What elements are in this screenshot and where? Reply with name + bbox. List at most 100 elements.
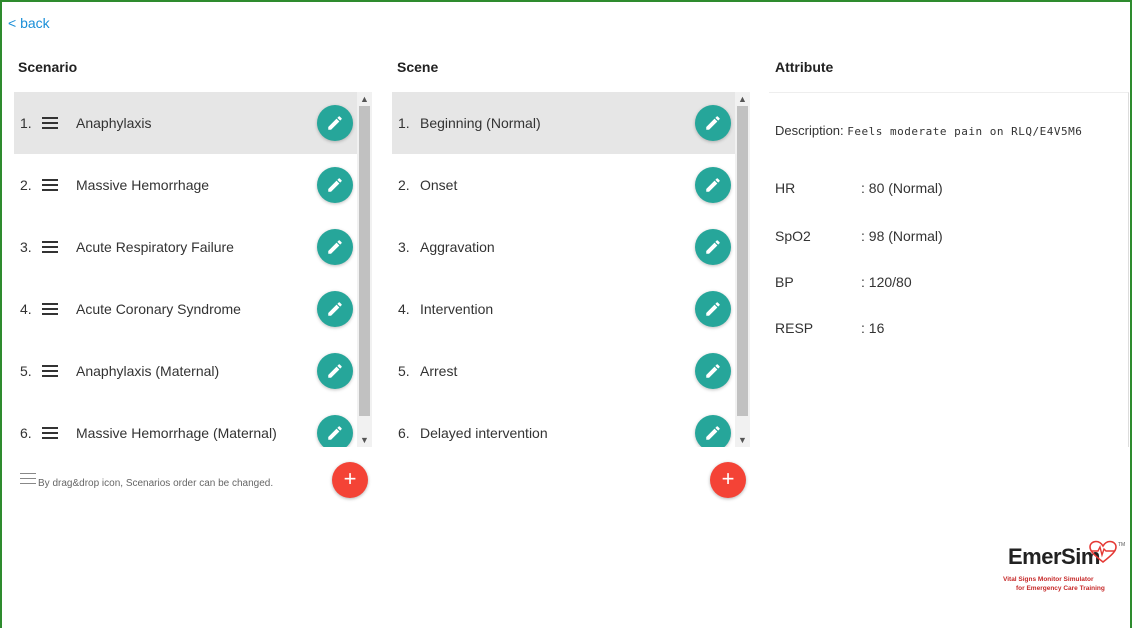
scene-number: 1.	[398, 115, 410, 131]
pencil-icon	[328, 178, 342, 192]
attribute-row-hr: HR : 80 (Normal)	[775, 180, 943, 196]
pencil-icon	[706, 240, 720, 254]
scenario-item[interactable]: 1. Anaphylaxis	[14, 92, 357, 154]
pencil-icon	[706, 178, 720, 192]
drag-hint-text: By drag&drop icon, Scenarios order can b…	[38, 478, 274, 489]
drag-hint: By drag&drop icon, Scenarios order can b…	[20, 470, 273, 489]
pencil-icon	[706, 426, 720, 440]
scene-number: 6.	[398, 425, 410, 441]
add-scene-button[interactable]: +	[710, 462, 746, 498]
drag-handle-icon[interactable]	[42, 302, 68, 317]
scenario-column-title: Scenario	[18, 59, 78, 75]
attribute-key: BP	[775, 274, 794, 290]
edit-scene-button[interactable]	[695, 353, 731, 389]
attribute-value: : 120/80	[861, 274, 912, 290]
scenario-item[interactable]: 4. Acute Coronary Syndrome	[14, 278, 357, 340]
scene-label: Beginning (Normal)	[420, 115, 541, 131]
scenario-number: 2.	[20, 177, 32, 193]
logo-tagline-2: for Emergency Care Training	[1016, 585, 1105, 592]
pencil-icon	[328, 240, 342, 254]
attribute-key: RESP	[775, 320, 814, 336]
scenario-number: 1.	[20, 115, 32, 131]
attribute-value: : 16	[861, 320, 885, 336]
add-scenario-button[interactable]: +	[332, 462, 368, 498]
scene-scrollbar[interactable]: ▲ ▼	[735, 92, 750, 447]
scene-item[interactable]: 2. Onset	[392, 154, 735, 216]
scene-label: Onset	[420, 177, 458, 193]
attribute-row-resp: RESP : 16	[775, 320, 884, 336]
scene-number: 3.	[398, 239, 410, 255]
scenario-list: 1. Anaphylaxis 2. Massive Hemorrhage 3. …	[14, 92, 357, 447]
drag-handle-icon[interactable]	[42, 116, 68, 131]
scenario-label: Acute Coronary Syndrome	[76, 301, 241, 317]
scrollbar-thumb[interactable]	[359, 106, 370, 416]
pencil-icon	[328, 302, 342, 316]
attribute-key: HR	[775, 180, 796, 196]
edit-scenario-button[interactable]	[317, 353, 353, 389]
scenario-label: Massive Hemorrhage (Maternal)	[76, 425, 277, 441]
scene-item[interactable]: 4. Intervention	[392, 278, 735, 340]
edit-scenario-button[interactable]	[317, 229, 353, 265]
pencil-icon	[706, 116, 720, 130]
attribute-value: : 98 (Normal)	[861, 228, 943, 244]
edit-scene-button[interactable]	[695, 415, 731, 447]
scenario-label: Anaphylaxis (Maternal)	[76, 363, 220, 379]
scene-item[interactable]: 1. Beginning (Normal)	[392, 92, 735, 154]
edit-scenario-button[interactable]	[317, 167, 353, 203]
drag-handle-icon[interactable]	[42, 364, 68, 379]
scenario-number: 6.	[20, 425, 32, 441]
scenario-label: Acute Respiratory Failure	[76, 239, 234, 255]
description-label: Description:	[775, 123, 844, 138]
pencil-icon	[706, 302, 720, 316]
back-link[interactable]: < back	[8, 15, 50, 31]
edit-scenario-button[interactable]	[317, 415, 353, 447]
scene-list: 1. Beginning (Normal) 2. Onset 3. Aggrav…	[392, 92, 735, 447]
scene-label: Intervention	[420, 301, 494, 317]
logo-wordmark: EmerSim	[1008, 544, 1100, 569]
scenario-item[interactable]: 6. Massive Hemorrhage (Maternal)	[14, 402, 357, 447]
drag-handle-icon	[20, 471, 36, 486]
heart-pulse-icon	[1089, 540, 1117, 564]
scenario-item[interactable]: 3. Acute Respiratory Failure	[14, 216, 357, 278]
edit-scene-button[interactable]	[695, 291, 731, 327]
scene-label: Aggravation	[420, 239, 495, 255]
scenario-item[interactable]: 2. Massive Hemorrhage	[14, 154, 357, 216]
scenario-number: 5.	[20, 363, 32, 379]
scroll-down-icon[interactable]: ▼	[357, 433, 372, 447]
drag-handle-icon[interactable]	[42, 178, 68, 193]
scroll-up-icon[interactable]: ▲	[357, 92, 372, 106]
edit-scenario-button[interactable]	[317, 291, 353, 327]
attribute-row-spo2: SpO2 : 98 (Normal)	[775, 228, 943, 244]
scene-item[interactable]: 5. Arrest	[392, 340, 735, 402]
pencil-icon	[706, 364, 720, 378]
scenario-label: Anaphylaxis	[76, 115, 152, 131]
edit-scene-button[interactable]	[695, 167, 731, 203]
scroll-up-icon[interactable]: ▲	[735, 92, 750, 106]
logo-tagline-1: Vital Signs Monitor Simulator	[1003, 576, 1094, 583]
scene-label: Arrest	[420, 363, 458, 379]
edit-scenario-button[interactable]	[317, 105, 353, 141]
attribute-column-title: Attribute	[775, 59, 834, 75]
drag-handle-icon[interactable]	[42, 240, 68, 255]
scrollbar-thumb[interactable]	[737, 106, 748, 416]
pencil-icon	[328, 116, 342, 130]
scroll-down-icon[interactable]: ▼	[735, 433, 750, 447]
scenario-number: 3.	[20, 239, 32, 255]
edit-scene-button[interactable]	[695, 229, 731, 265]
attribute-row-bp: BP : 120/80	[775, 274, 912, 290]
scene-item[interactable]: 3. Aggravation	[392, 216, 735, 278]
trademark: TM	[1118, 542, 1126, 548]
scenario-item[interactable]: 5. Anaphylaxis (Maternal)	[14, 340, 357, 402]
attribute-value: : 80 (Normal)	[861, 180, 943, 196]
scene-label: Delayed intervention	[420, 425, 548, 441]
scene-number: 5.	[398, 363, 410, 379]
pencil-icon	[328, 364, 342, 378]
scene-number: 2.	[398, 177, 410, 193]
edit-scene-button[interactable]	[695, 105, 731, 141]
drag-handle-icon[interactable]	[42, 426, 68, 441]
description-row: Description: Feels moderate pain on RLQ/…	[775, 123, 1082, 138]
scenario-scrollbar[interactable]: ▲ ▼	[357, 92, 372, 447]
emersim-logo: EmerSim TM Vital Signs Monitor Simulator…	[1000, 540, 1128, 600]
scene-item[interactable]: 6. Delayed intervention	[392, 402, 735, 447]
attribute-key: SpO2	[775, 228, 811, 244]
